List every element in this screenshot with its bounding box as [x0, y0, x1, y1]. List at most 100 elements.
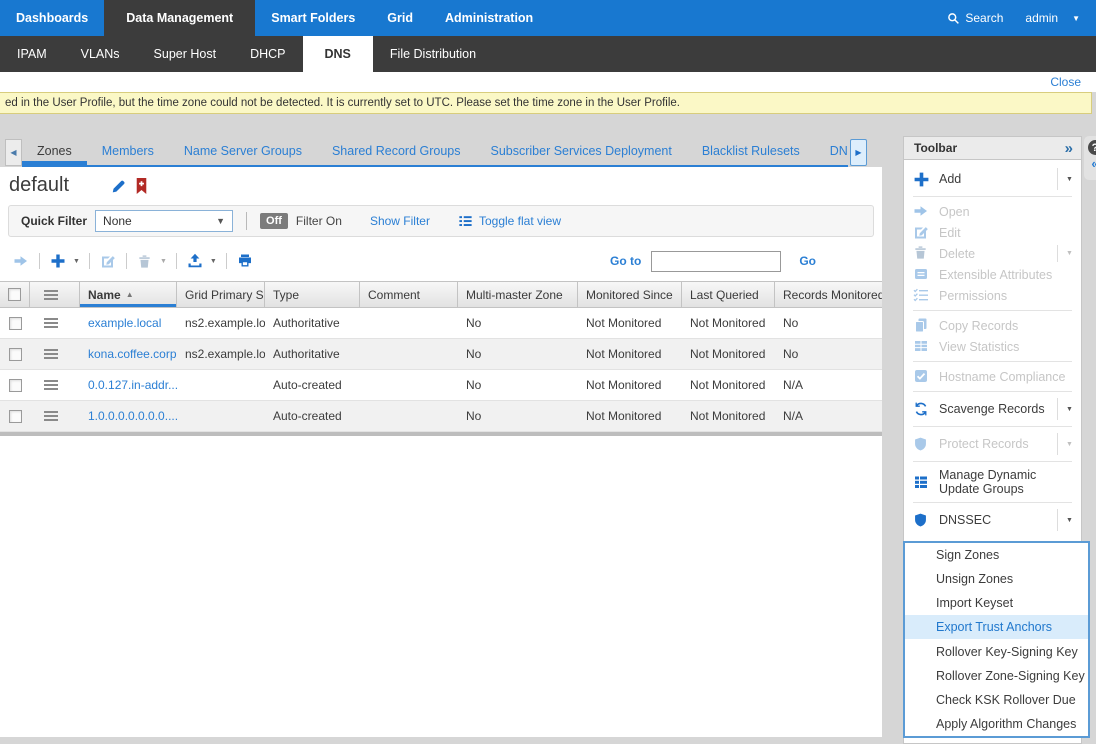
checklist-icon — [913, 287, 930, 304]
row-menu-header[interactable] — [30, 282, 80, 307]
tab-blacklist-rulesets[interactable]: Blacklist Rulesets — [687, 137, 815, 165]
toolbar-dnssec-button[interactable]: DNSSEC ▼ — [904, 507, 1081, 533]
nav-dashboards[interactable]: Dashboards — [0, 0, 104, 36]
tab-shared-record-groups[interactable]: Shared Record Groups — [317, 137, 476, 165]
tab-subscriber-services-deployment[interactable]: Subscriber Services Deployment — [476, 137, 687, 165]
col-header-comment[interactable]: Comment — [360, 282, 458, 307]
nav-dhcp[interactable]: DHCP — [233, 36, 302, 72]
zone-link[interactable]: kona.coffee.corp — [88, 347, 177, 361]
cell-type: Auto-created — [265, 370, 360, 400]
nav-vlans[interactable]: VLANs — [64, 36, 137, 72]
print-icon[interactable] — [236, 252, 254, 270]
user-menu[interactable]: admin ▼ — [1025, 11, 1080, 25]
row-menu-icon[interactable] — [44, 380, 58, 390]
tab-dns64-groups[interactable]: DNS64 Groups — [815, 137, 848, 165]
zone-link[interactable]: 0.0.127.in-addr... — [88, 378, 177, 392]
banner-message: ed in the User Profile, but the time zon… — [5, 97, 680, 109]
open-icon[interactable] — [12, 252, 30, 270]
nav-administration[interactable]: Administration — [429, 0, 549, 36]
row-checkbox[interactable] — [9, 317, 22, 330]
tab-scroll-left-button[interactable]: ◀ — [5, 139, 22, 166]
row-checkbox[interactable] — [9, 348, 22, 361]
nav-dns[interactable]: DNS — [303, 36, 373, 72]
menu-item-import-keyset[interactable]: Import Keyset — [905, 591, 1088, 615]
tab-name-server-groups[interactable]: Name Server Groups — [169, 137, 317, 165]
toolbar-items: Add ▼ Open Edit Delete ▼ Extensible Attr… — [904, 160, 1081, 533]
menu-item-check-ksk-rollover-due[interactable]: Check KSK Rollover Due — [905, 688, 1088, 712]
export-icon[interactable] — [186, 252, 204, 270]
divider — [913, 361, 1072, 362]
toggle-flat-view-link[interactable]: Toggle flat view — [479, 214, 561, 228]
col-header-multi-master[interactable]: Multi-master Zone — [458, 282, 578, 307]
menu-item-apply-algorithm-changes[interactable]: Apply Algorithm Changes — [905, 712, 1088, 736]
row-menu-icon[interactable] — [44, 411, 58, 421]
show-filter-link[interactable]: Show Filter — [370, 214, 430, 228]
banner-close-strip: Close — [0, 72, 1096, 92]
add-dropdown-caret[interactable]: ▼ — [1057, 168, 1081, 190]
nav-ipam[interactable]: IPAM — [0, 36, 64, 72]
toolbar-add-button[interactable]: Add ▼ — [904, 166, 1081, 192]
filter-off-toggle[interactable]: Off — [260, 213, 288, 229]
global-search-button[interactable]: Search — [947, 11, 1003, 25]
nav-grid[interactable]: Grid — [371, 0, 429, 36]
select-all-checkbox[interactable] — [8, 288, 21, 301]
collapse-left-icon[interactable]: « — [1091, 157, 1096, 170]
tab-members[interactable]: Members — [87, 137, 169, 165]
cell-grid-primary: ns2.example.lo... — [177, 339, 265, 369]
col-header-last-queried[interactable]: Last Queried — [682, 282, 775, 307]
menu-item-rollover-key-signing-key[interactable]: Rollover Key-Signing Key — [905, 640, 1088, 664]
nav-super-host[interactable]: Super Host — [137, 36, 234, 72]
nav-data-management[interactable]: Data Management — [104, 0, 255, 36]
sub-nav: IPAM VLANs Super Host DHCP DNS File Dist… — [0, 36, 1096, 72]
select-all-header[interactable] — [0, 282, 30, 307]
delete-dropdown-caret[interactable]: ▼ — [160, 258, 167, 265]
menu-item-rollover-zone-signing-key[interactable]: Rollover Zone-Signing Key — [905, 664, 1088, 688]
close-banner-link[interactable]: Close — [1050, 75, 1081, 89]
add-dropdown-caret[interactable]: ▼ — [73, 258, 80, 265]
divider — [226, 253, 227, 269]
col-header-type[interactable]: Type — [265, 282, 360, 307]
search-icon — [947, 12, 960, 25]
attributes-icon — [913, 266, 930, 283]
quick-filter-select[interactable]: None ▼ — [95, 210, 233, 232]
scavenge-dropdown-caret[interactable]: ▼ — [1057, 398, 1081, 420]
row-checkbox[interactable] — [9, 410, 22, 423]
expand-panel-icon[interactable]: » — [1065, 140, 1071, 157]
col-header-records-monitored[interactable]: Records Monitored — [775, 282, 882, 307]
tab-scroll-right-button[interactable]: ▶ — [850, 139, 867, 166]
row-checkbox[interactable] — [9, 379, 22, 392]
top-nav: Dashboards Data Management Smart Folders… — [0, 0, 1096, 36]
goto-input[interactable] — [651, 251, 781, 272]
toolbar-manage-dynamic-update-groups-button[interactable]: Manage Dynamic Update Groups — [904, 466, 1081, 498]
tab-zones[interactable]: Zones — [22, 137, 87, 165]
col-header-monitored-since[interactable]: Monitored Since — [578, 282, 682, 307]
search-label: Search — [965, 11, 1003, 25]
menu-item-sign-zones[interactable]: Sign Zones — [905, 543, 1088, 567]
edit-view-icon[interactable] — [110, 178, 127, 195]
menu-item-unsign-zones[interactable]: Unsign Zones — [905, 567, 1088, 591]
row-menu-icon[interactable] — [44, 318, 58, 328]
goto-button[interactable]: Go — [799, 254, 816, 268]
zone-link[interactable]: example.local — [88, 316, 161, 330]
col-header-name[interactable]: Name▲ — [80, 282, 177, 307]
add-icon[interactable] — [49, 252, 67, 270]
nav-file-distribution[interactable]: File Distribution — [373, 36, 493, 72]
menu-item-export-trust-anchors[interactable]: Export Trust Anchors — [905, 615, 1088, 639]
table-end-divider — [0, 432, 882, 436]
dnssec-dropdown-caret[interactable]: ▼ — [1057, 509, 1081, 531]
toolbar-scavenge-records-button[interactable]: Scavenge Records ▼ — [904, 396, 1081, 422]
col-header-grid-primary[interactable]: Grid Primary Se... — [177, 282, 265, 307]
nav-smart-folders[interactable]: Smart Folders — [255, 0, 371, 36]
divider — [39, 253, 40, 269]
bookmark-icon[interactable] — [134, 178, 151, 195]
help-icon[interactable]: ? — [1088, 140, 1096, 155]
tab-bar: ◀ Zones Members Name Server Groups Share… — [0, 137, 882, 167]
page-title: default — [9, 174, 69, 197]
edit-icon[interactable] — [99, 252, 117, 270]
zones-panel: default Quick Filter None ▼ Off Filter O… — [0, 167, 882, 737]
zone-link[interactable]: 1.0.0.0.0.0.0.0.... — [88, 409, 177, 423]
row-menu-icon[interactable] — [44, 349, 58, 359]
top-nav-right: Search admin ▼ — [947, 0, 1096, 36]
export-dropdown-caret[interactable]: ▼ — [210, 258, 217, 265]
delete-icon[interactable] — [136, 252, 154, 270]
